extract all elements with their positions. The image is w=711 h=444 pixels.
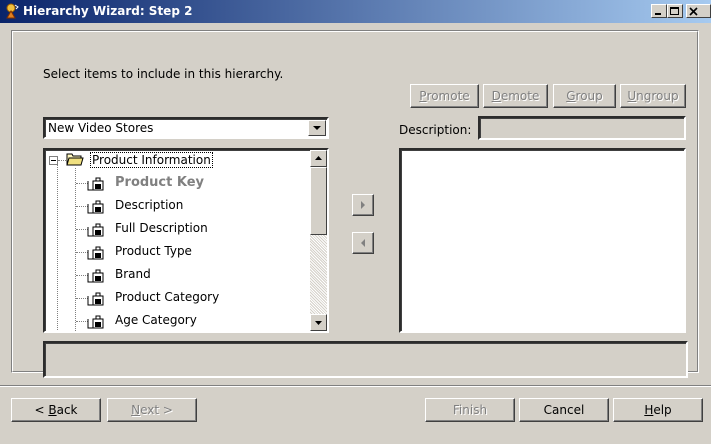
tree-item-label: Product Type — [115, 244, 192, 258]
close-icon — [689, 7, 698, 16]
attribute-icon — [87, 269, 104, 283]
tree-item-label: Product Key — [115, 175, 205, 190]
instruction-text: Select items to include in this hierarch… — [43, 67, 284, 81]
chevron-down-icon — [313, 126, 321, 130]
scroll-up-button[interactable] — [310, 150, 327, 167]
group-label: roup — [575, 89, 603, 103]
demote-label: emote — [500, 89, 540, 103]
remove-item-button[interactable] — [352, 232, 374, 254]
ungroup-button[interactable]: Ungroup — [620, 84, 686, 108]
description-label: Description: — [399, 123, 472, 137]
add-item-button[interactable] — [352, 194, 374, 216]
collapse-icon[interactable] — [49, 156, 58, 165]
close-button[interactable] — [686, 4, 711, 18]
help-button[interactable]: Help — [613, 398, 703, 422]
right-arrow-icon — [361, 201, 365, 209]
window-title: Hierarchy Wizard: Step 2 — [23, 4, 193, 18]
back-button[interactable]: < Back — [11, 398, 101, 422]
minimize-button[interactable] — [651, 4, 667, 18]
attribute-icon — [87, 177, 104, 191]
hierarchy-wizard-window: Hierarchy Wizard: Step 2 Select items to… — [0, 0, 711, 444]
tree-item-label: Description — [115, 198, 184, 212]
group-button[interactable]: Group — [553, 84, 616, 108]
promote-label-accel: P — [419, 89, 427, 103]
source-dropdown[interactable]: New Video Stores — [43, 117, 329, 139]
promote-button[interactable]: Promote — [410, 84, 479, 108]
finish-button[interactable]: Finish — [425, 398, 515, 422]
title-bar[interactable]: Hierarchy Wizard: Step 2 — [0, 0, 711, 23]
cancel-button[interactable]: Cancel — [519, 398, 609, 422]
back-accel: B — [48, 403, 57, 417]
demote-label-accel: D — [491, 89, 501, 103]
demote-button[interactable]: Demote — [483, 84, 548, 108]
tree-item-label: Age Category — [115, 313, 197, 327]
maximize-button[interactable] — [667, 4, 683, 18]
back-prefix: < — [34, 403, 49, 417]
left-arrow-icon — [361, 239, 365, 247]
description-field[interactable] — [478, 116, 686, 140]
wizard-icon — [6, 3, 19, 19]
ungroup-label-accel: U — [627, 89, 637, 103]
next-button[interactable]: Next > — [107, 398, 197, 422]
arrow-down-icon — [315, 321, 322, 325]
tree-root-label: Product Information — [90, 152, 213, 168]
next-accel: N — [131, 403, 141, 417]
source-dropdown-value: New Video Stores — [48, 121, 154, 135]
scroll-thumb[interactable] — [310, 167, 327, 235]
tree-item-label: Brand — [115, 267, 151, 281]
hierarchy-items-list[interactable] — [399, 148, 686, 333]
arrow-up-icon — [315, 156, 322, 160]
attribute-icon — [87, 315, 104, 329]
help-label: elp — [653, 403, 672, 417]
attribute-icon — [87, 292, 104, 306]
minimize-icon — [655, 13, 661, 15]
folder-open-icon — [66, 153, 84, 166]
status-panel — [43, 341, 688, 378]
attribute-icon — [87, 200, 104, 214]
tree-item-label: Product Category — [115, 290, 220, 304]
help-accel: H — [644, 403, 654, 417]
group-label-accel: G — [566, 89, 576, 103]
attribute-icon — [87, 246, 104, 260]
back-label: ack — [56, 403, 78, 417]
tree-item-label: Full Description — [115, 221, 208, 235]
next-label: ext > — [140, 403, 173, 417]
cancel-label: Cancel — [543, 403, 585, 417]
attribute-icon — [87, 223, 104, 237]
ungroup-label: ngroup — [636, 89, 679, 103]
dropdown-arrow-button[interactable] — [308, 120, 326, 136]
maximize-icon — [670, 7, 679, 15]
tree-scrollbar[interactable] — [310, 150, 327, 331]
available-items-tree[interactable]: Product Information Product Key Descript… — [43, 148, 329, 333]
footer-separator — [0, 385, 711, 387]
scroll-down-button[interactable] — [310, 314, 327, 331]
finish-label: Finish — [452, 403, 488, 417]
promote-label: romote — [426, 89, 470, 103]
